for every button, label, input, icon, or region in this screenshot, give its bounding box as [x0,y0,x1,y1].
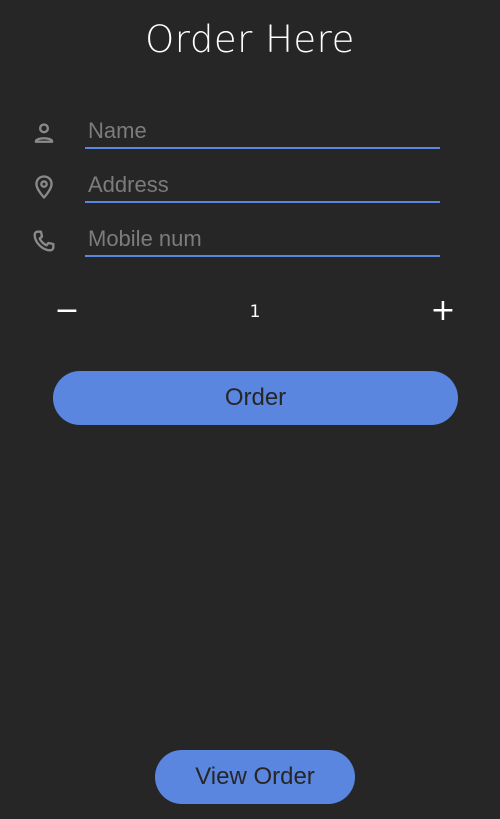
view-order-button[interactable]: View Order [155,750,355,804]
location-pin-icon [30,173,58,201]
mobile-number-input[interactable] [85,223,440,257]
mobile-field-row [30,223,440,259]
page-title: Order Here [145,18,355,61]
decrement-button[interactable]: − [51,294,83,328]
name-input[interactable] [85,115,440,149]
name-field-row [30,115,440,151]
quantity-value: 1 [249,302,261,322]
address-input[interactable] [85,169,440,203]
increment-button[interactable]: + [427,294,459,328]
order-button[interactable]: Order [53,371,458,425]
phone-icon [30,227,58,255]
person-icon [30,119,58,147]
address-field-row [30,169,440,205]
